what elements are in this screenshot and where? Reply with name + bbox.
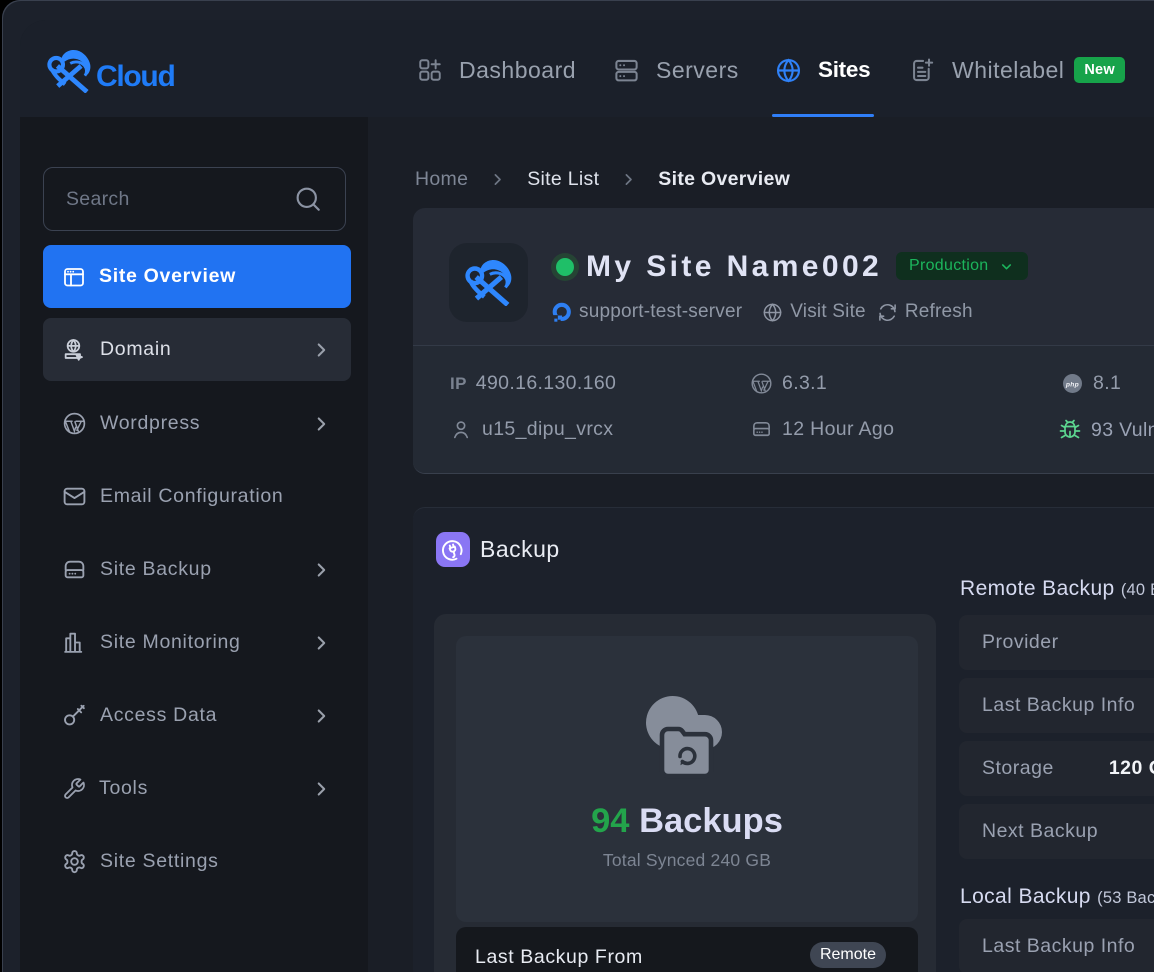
- svg-text:php: php: [1065, 381, 1079, 388]
